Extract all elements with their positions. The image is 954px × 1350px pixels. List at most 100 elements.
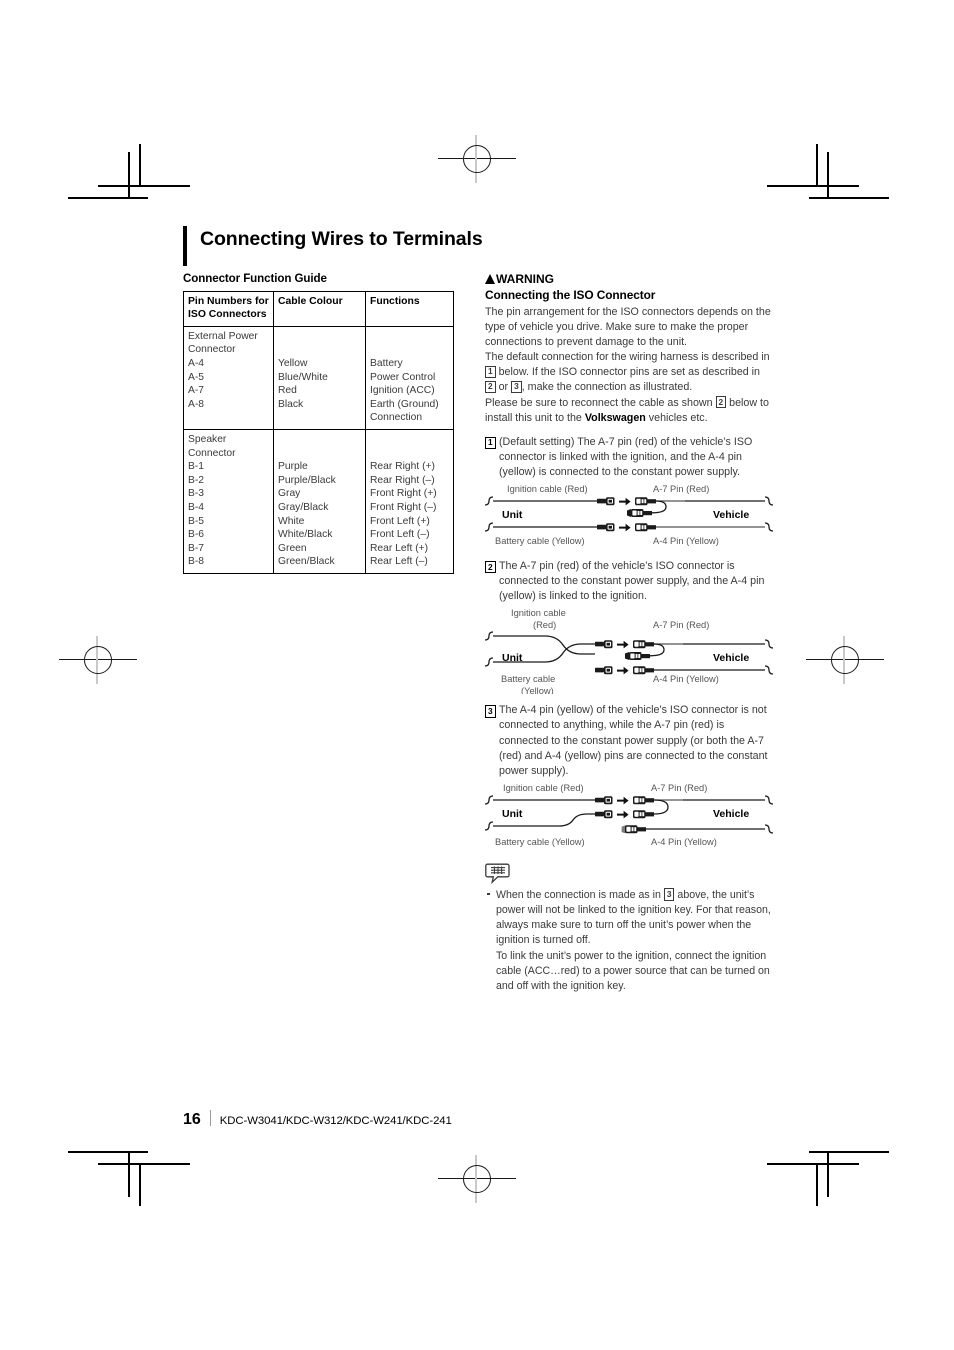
connector-function-guide-heading: Connector Function Guide: [183, 272, 327, 285]
svg-text:Unit: Unit: [502, 808, 523, 820]
para2-part-a: The default connection for the wiring ha…: [485, 351, 770, 364]
pin-line: B-1: [188, 461, 205, 473]
table-header-pin-numbers: Pin Numbers for ISO Connectors: [183, 291, 274, 327]
brand-volkswagen: Volkswagen: [584, 411, 646, 424]
colour-line: Purple/Black: [278, 474, 336, 486]
header-line: ISO Connectors: [188, 309, 267, 321]
pin-line: External Power: [188, 330, 258, 342]
note-paragraph-1: When the connection is made as in 3 abov…: [496, 888, 773, 949]
function-line: Battery: [370, 358, 403, 369]
table-header-functions: Functions: [365, 291, 454, 327]
step-2-text: The A-7 pin (red) of the vehicle’s ISO c…: [499, 560, 765, 603]
colour-line: Black: [278, 398, 304, 410]
para2-part-d: , make the connection as illustrated.: [521, 381, 693, 394]
registration-mark-left: [59, 636, 137, 684]
colour-line: Blue/White: [278, 371, 328, 383]
function-line: Front Left (+): [370, 515, 430, 527]
registration-mark-right: [806, 636, 884, 684]
svg-text:Ignition cable (Red): Ignition cable (Red): [503, 783, 584, 793]
colour-line: Gray: [278, 488, 301, 500]
svg-text:A-7 Pin (Red): A-7 Pin (Red): [653, 484, 709, 494]
pin-line: A-4: [188, 358, 205, 369]
colour-line: White/Black: [278, 529, 333, 541]
para3-part-a: Please be sure to reconnect the cable as…: [485, 396, 713, 409]
warning-paragraph-1: The pin arrangement for the ISO connecto…: [485, 306, 771, 349]
left-column: Connector Function Guide Pin Numbers for…: [183, 272, 455, 574]
function-line: Front Right (–): [370, 501, 437, 513]
pin-line: B-8: [188, 556, 205, 568]
svg-text:Battery cable (Yellow): Battery cable (Yellow): [495, 536, 585, 546]
pin-line: Connector: [188, 447, 236, 459]
cell-functions: Rear Right (+) Rear Right (–) Front Righ…: [365, 428, 454, 574]
wiring-diagram-2: Ignition cable (Red) A-7 Pin (Red) Unit …: [485, 606, 773, 694]
warning-label: WARNING: [496, 272, 554, 286]
colour-line: Red: [278, 385, 297, 397]
wiring-diagram-3: Ignition cable (Red) A-7 Pin (Red) Unit …: [485, 781, 773, 849]
page-title: Connecting Wires to Terminals: [200, 228, 483, 250]
step-2: 2 The A-7 pin (red) of the vehicle’s ISO…: [485, 559, 773, 604]
svg-text:Vehicle: Vehicle: [713, 652, 749, 664]
inline-step-ref-1: 1: [485, 365, 496, 379]
page-title-wrap: Connecting Wires to Terminals: [183, 226, 773, 272]
pin-line: B-4: [188, 501, 205, 513]
svg-text:Ignition cable: Ignition cable: [511, 608, 566, 618]
pin-line: A-5: [188, 371, 205, 383]
cell-pins: External Power Connector A-4 A-5 A-7 A-8: [183, 325, 274, 430]
pin-line: Connector: [188, 344, 236, 356]
colour-line: Green/Black: [278, 556, 335, 568]
connector-function-table: Pin Numbers for ISO Connectors Cable Col…: [183, 291, 454, 574]
note-paragraph-2: To link the unit’s power to the ignition…: [496, 949, 770, 992]
page-footer: 16 KDC-W3041/KDC-W312/KDC-W241/KDC-241: [183, 1108, 452, 1129]
step-2-number: 2: [485, 561, 496, 574]
svg-text:Battery cable (Yellow): Battery cable (Yellow): [495, 837, 585, 847]
page-number: 16: [183, 1111, 201, 1128]
function-line: Rear Left (–): [370, 556, 428, 568]
note-bullet: When the connection is made as in 3 abov…: [485, 888, 773, 994]
function-line: Power Control: [370, 371, 436, 383]
warning-paragraph-3: Please be sure to reconnect the cable as…: [485, 396, 773, 426]
svg-text:Vehicle: Vehicle: [713, 808, 749, 820]
table-header-row: Pin Numbers for ISO Connectors Cable Col…: [183, 291, 454, 327]
cell-colours: Purple Purple/Black Gray Gray/Black Whit…: [273, 428, 366, 574]
pin-line: B-2: [188, 474, 205, 486]
svg-text:Unit: Unit: [502, 652, 523, 664]
step-3-number: 3: [485, 705, 496, 718]
table-row-external-power-connector: External Power Connector A-4 A-5 A-7 A-8: [183, 325, 454, 430]
function-line: Connection: [370, 412, 423, 424]
svg-text:(Red): (Red): [533, 620, 556, 630]
function-line: Rear Right (+): [370, 461, 435, 473]
right-column: WARNING Connecting the ISO Connector The…: [485, 272, 773, 994]
warning-triangle-icon: [485, 274, 495, 284]
footer-divider: [209, 1110, 211, 1126]
registration-mark-top: [438, 135, 516, 183]
note-speech-bubble-icon: [485, 863, 510, 884]
svg-text:A-7 Pin (Red): A-7 Pin (Red): [653, 620, 709, 630]
para3-part-c: vehicles etc.: [648, 411, 708, 424]
function-line: Earth (Ground): [370, 398, 439, 410]
pin-line: A-8: [188, 398, 205, 410]
step-1: 1 (Default setting) The A-7 pin (red) of…: [485, 435, 773, 480]
colour-line: Gray/Black: [278, 501, 329, 513]
title-rule: [183, 226, 187, 266]
table-header-cable-colour: Cable Colour: [273, 291, 366, 327]
svg-text:(Yellow): (Yellow): [521, 686, 554, 694]
step-3: 3 The A-4 pin (yellow) of the vehicle’s …: [485, 703, 773, 778]
warning-paragraph-2: The default connection for the wiring ha…: [485, 350, 773, 395]
svg-text:A-4 Pin (Yellow): A-4 Pin (Yellow): [653, 674, 719, 684]
header-line: Pin Numbers for: [188, 296, 269, 307]
step-1-number: 1: [485, 436, 496, 450]
colour-line: Purple: [278, 461, 308, 473]
cell-pins: Speaker Connector B-1 B-2 B-3 B-4 B-5 B-…: [183, 428, 274, 574]
function-line: Rear Right (–): [370, 474, 435, 486]
function-line: Front Right (+): [370, 488, 437, 500]
header-line: Cable Colour: [278, 296, 343, 307]
header-line: Functions: [370, 296, 420, 307]
pin-line: A-7: [188, 385, 205, 397]
svg-text:Vehicle: Vehicle: [713, 509, 749, 521]
function-line: Rear Left (+): [370, 542, 429, 554]
